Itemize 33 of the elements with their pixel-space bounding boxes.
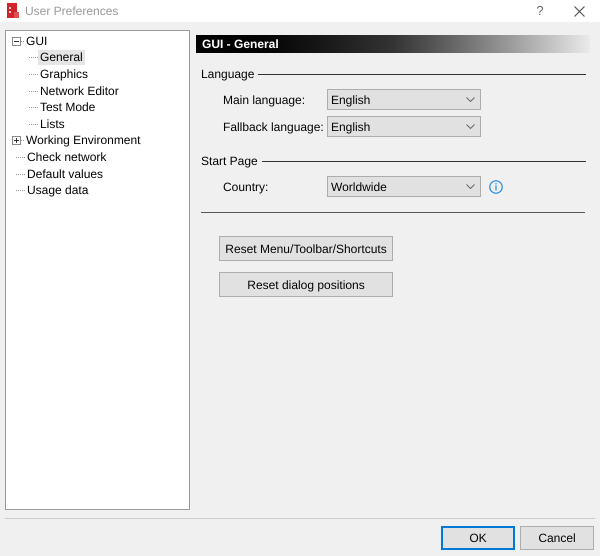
section-heading: Language [201,66,254,83]
tree-item[interactable]: Network Editor [38,84,121,99]
help-button[interactable]: ? [528,1,552,21]
dropdown[interactable]: English [327,116,481,137]
expand-icon[interactable] [12,136,21,146]
chevron-down-icon [466,184,475,189]
chevron-down-icon [466,124,475,129]
collapse-icon[interactable] [12,36,21,46]
app-logo-icon [6,3,20,19]
field-label: Country: [223,178,270,196]
panel-header: GUI - General [196,35,590,53]
dropdown[interactable]: Worldwide [327,176,481,197]
dropdown[interactable]: English [327,89,481,110]
tree-item[interactable]: Check network [25,150,108,165]
field-label: Main language: [223,92,306,108]
tree-item[interactable]: Usage data [25,183,90,198]
section-heading: Start Page [201,153,258,170]
tree-item[interactable]: Working Environment [24,133,142,148]
tree-item[interactable]: Graphics [38,66,90,82]
tree-item[interactable]: Test Mode [38,100,98,116]
tree-item[interactable]: General [38,50,85,66]
tree-item[interactable]: Default values [25,166,106,182]
info-icon[interactable] [489,180,503,194]
tree-item[interactable]: GUI [24,34,50,49]
window-title: User Preferences [25,3,118,20]
close-icon[interactable] [574,6,585,16]
reset-button[interactable]: Reset Menu/Toolbar/Shortcuts [219,236,393,261]
cancel-button[interactable]: Cancel [520,526,594,550]
tree-item[interactable]: Lists [38,116,67,132]
chevron-down-icon [466,97,475,102]
field-label: Fallback language: [223,118,325,136]
reset-button[interactable]: Reset dialog positions [219,272,393,297]
ok-button[interactable]: OK [441,526,515,550]
